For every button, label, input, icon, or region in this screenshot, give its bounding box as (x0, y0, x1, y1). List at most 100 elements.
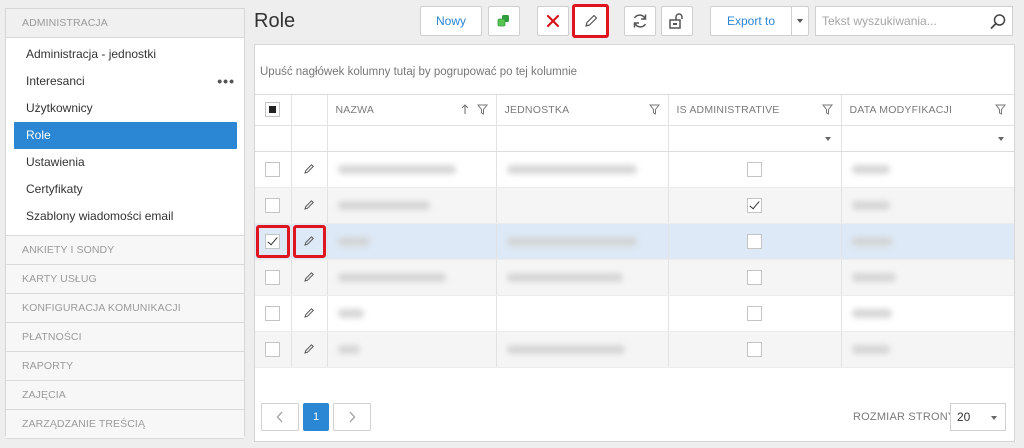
sidebar-item-interesanci[interactable]: Interesanci ••• (6, 68, 237, 95)
redacted-text (337, 344, 360, 354)
pencil-icon[interactable] (303, 199, 315, 211)
row-select-cell (255, 223, 292, 260)
redacted-text (337, 200, 430, 210)
sidebar-section-ankiety[interactable]: ANKIETY I SONDY (6, 236, 244, 265)
sidebar-item-administracja-jednostki[interactable]: Administracja - jednostki (6, 41, 237, 68)
filter-cell-select (255, 125, 292, 152)
sidebar-section-karty-uslug[interactable]: KARTY USŁUG (6, 265, 244, 294)
page-button-current[interactable]: 1 (303, 403, 329, 431)
sidebar-section-platnosci[interactable]: PŁATNOŚCI (6, 323, 244, 352)
redacted-text (851, 200, 890, 210)
sidebar-section-raporty[interactable]: RAPORTY (6, 352, 244, 381)
sidebar-section-zajecia[interactable]: ZAJĘCIA (6, 381, 244, 410)
cell-date (841, 259, 1014, 296)
cell-name (327, 151, 497, 188)
table-row[interactable] (255, 187, 1014, 224)
column-header-name[interactable]: NAZWA (327, 95, 497, 126)
chevron-right-icon (349, 411, 356, 423)
table-row[interactable] (255, 223, 1014, 260)
filter-cell-name[interactable] (327, 125, 497, 152)
admin-checkbox (747, 305, 762, 321)
edit-column-header (291, 95, 328, 126)
column-header-admin[interactable]: IS ADMINISTRATIVE (668, 95, 842, 126)
refresh-button[interactable] (624, 6, 656, 36)
pencil-icon[interactable] (303, 343, 315, 355)
row-edit-cell (291, 151, 328, 188)
table-row[interactable] (255, 331, 1014, 368)
filter-cell-date[interactable] (841, 125, 1014, 152)
sort-ascending-icon[interactable] (461, 104, 469, 115)
search-icon[interactable] (989, 13, 1007, 31)
sidebar-section-zarzadzanie[interactable]: ZARZĄDZANIE TREŚCIĄ (6, 410, 244, 439)
sidebar-item-ustawienia[interactable]: Ustawienia (6, 149, 237, 176)
redacted-text (337, 164, 456, 174)
next-page-button[interactable] (333, 403, 371, 431)
redacted-text (851, 164, 890, 174)
table-row[interactable] (255, 259, 1014, 296)
cell-date (841, 151, 1014, 188)
redacted-text (851, 308, 892, 318)
cell-name (327, 331, 497, 368)
filter-cell-admin[interactable] (668, 125, 842, 152)
redacted-text (337, 272, 446, 282)
cell-admin (668, 223, 842, 260)
redacted-text (506, 164, 637, 174)
search-input[interactable] (822, 14, 982, 28)
redacted-text (851, 236, 892, 246)
filter-icon[interactable] (648, 104, 660, 115)
sidebar-items: Administracja - jednostki Interesanci •••… (6, 38, 244, 236)
row-checkbox[interactable] (265, 305, 281, 321)
filter-icon[interactable] (995, 104, 1006, 115)
row-edit-cell (291, 259, 328, 296)
row-edit-cell (291, 331, 328, 368)
cell-unit (496, 187, 669, 224)
page-size-select[interactable]: 20 (950, 403, 1006, 431)
pencil-icon[interactable] (303, 163, 315, 175)
chevron-down-icon[interactable] (998, 136, 1004, 141)
filter-icon[interactable] (821, 104, 833, 115)
delete-button[interactable] (537, 6, 569, 36)
row-checkbox[interactable] (265, 233, 281, 249)
row-checkbox[interactable] (265, 269, 281, 285)
select-all-checkbox[interactable] (265, 102, 281, 118)
sidebar-item-uzytkownicy[interactable]: Użytkownicy (6, 95, 237, 122)
cell-admin (668, 331, 842, 368)
edit-button[interactable] (572, 4, 609, 38)
sidebar-section-administracja[interactable]: ADMINISTRACJA (6, 9, 244, 38)
more-options-icon[interactable]: ••• (217, 68, 235, 95)
sidebar-section-konfiguracja[interactable]: KONFIGURACJA KOMUNIKACJI (6, 294, 244, 323)
sidebar-item-role[interactable]: Role (14, 122, 237, 149)
sidebar-item-szablony[interactable]: Szablony wiadomości email (6, 203, 237, 230)
unlock-button[interactable] (661, 6, 693, 36)
cell-admin (668, 187, 842, 224)
table-row[interactable] (255, 295, 1014, 332)
pencil-icon[interactable] (303, 271, 315, 283)
redacted-text (337, 236, 370, 246)
prev-page-button[interactable] (261, 403, 299, 431)
row-edit-cell (291, 223, 328, 260)
export-button[interactable]: Export to (710, 6, 792, 36)
sidebar: ADMINISTRACJA Administracja - jednostki … (5, 8, 245, 439)
redacted-text (851, 272, 896, 282)
select-all-header (255, 95, 292, 126)
row-select-cell (255, 151, 292, 188)
group-panel-hint[interactable]: Upuść nagłówek kolumny tutaj by pogrupow… (255, 45, 1014, 95)
filter-icon[interactable] (476, 104, 488, 115)
filter-cell-unit[interactable] (496, 125, 669, 152)
row-checkbox[interactable] (265, 197, 281, 213)
row-checkbox[interactable] (265, 341, 281, 357)
row-checkbox[interactable] (265, 161, 281, 177)
pencil-icon[interactable] (303, 235, 315, 247)
pencil-icon[interactable] (303, 307, 315, 319)
cell-name (327, 295, 497, 332)
column-header-date[interactable]: DATA MODYFIKACJI (841, 95, 1014, 126)
column-header-unit[interactable]: JEDNOSTKA (496, 95, 669, 126)
admin-checkbox (747, 161, 762, 177)
copy-button[interactable] (488, 6, 520, 36)
sidebar-item-certyfikaty[interactable]: Certyfikaty (6, 176, 237, 203)
unlock-icon (669, 13, 683, 29)
chevron-down-icon[interactable] (824, 136, 831, 141)
export-dropdown-button[interactable] (791, 6, 809, 36)
new-button[interactable]: Nowy (420, 6, 482, 36)
table-row[interactable] (255, 151, 1014, 188)
